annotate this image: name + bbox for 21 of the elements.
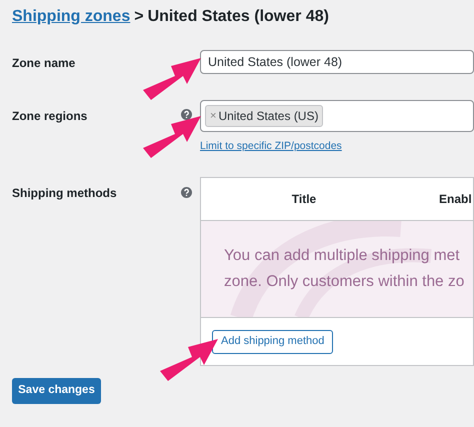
add-method-button[interactable]: Add shipping method	[212, 330, 334, 354]
field-label: Zone name	[12, 55, 76, 72]
arrow-icon	[160, 339, 218, 381]
zone-regions-field[interactable]: × United States (US)	[200, 100, 474, 132]
breadcrumb-link[interactable]: Shipping zones	[12, 5, 130, 29]
arrow-icon	[143, 116, 201, 158]
field-label: Zone regions	[12, 108, 88, 125]
page-title: United States (lower 48)	[148, 7, 329, 27]
field-label: Shipping methods	[12, 185, 117, 202]
column-header: Enabl	[438, 191, 473, 208]
help-icon	[181, 187, 192, 198]
help-icon	[181, 109, 192, 120]
remove-tag-button[interactable]: ×	[210, 108, 216, 124]
column-header: Title	[290, 191, 318, 208]
postcode-link[interactable]: Limit to specific ZIP/postcodes	[200, 139, 342, 155]
save-button[interactable]: Save changes	[12, 378, 101, 404]
zone-name-field[interactable]: United States (lower 48)	[200, 50, 474, 74]
empty-message: You can add multiple shipping met zone. Only customers within the zo	[224, 246, 466, 292]
breadcrumb-separator: >	[134, 7, 144, 27]
tag-label: United States (US)	[218, 108, 318, 125]
arrow-icon	[143, 58, 201, 100]
